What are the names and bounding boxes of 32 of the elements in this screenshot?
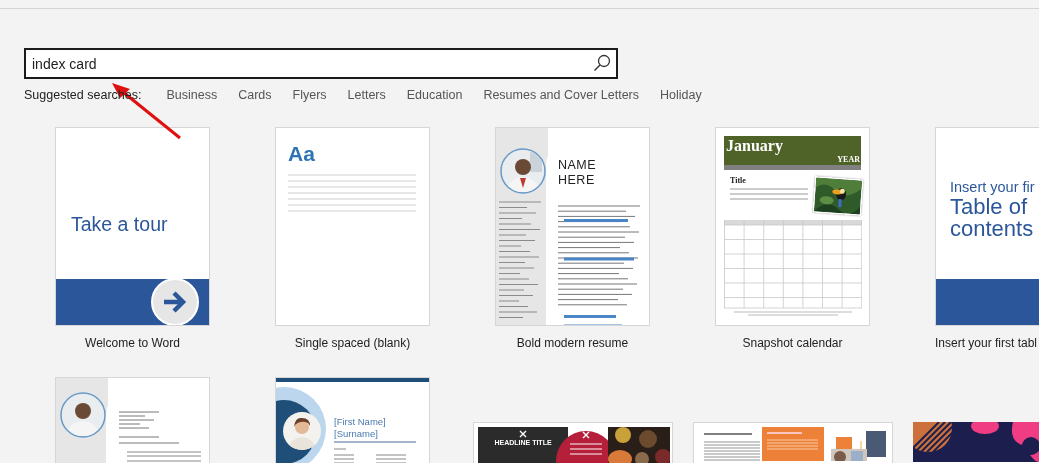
suggestion-link[interactable]: Resumes and Cover Letters <box>483 88 640 102</box>
template-thumbnail[interactable]: NAME HERE <box>495 127 650 326</box>
template-thumbnail[interactable]: Aa <box>275 127 430 326</box>
suggestion-link[interactable]: Holiday <box>660 88 702 102</box>
arrow-icon <box>151 278 199 325</box>
search-field[interactable]: index card <box>24 48 618 79</box>
name-placeholder-text: [Surname] <box>334 428 378 439</box>
template-name[interactable]: Single spaced (blank) <box>275 336 430 350</box>
thumbnail-text: Aa <box>288 142 315 166</box>
search-icon[interactable] <box>593 54 611 72</box>
thumbnail-text: NAME HERE <box>558 158 598 188</box>
template-thumbnail[interactable]: [First Name] [Surname] <box>275 377 430 463</box>
template-thumbnail[interactable]: January YEAR Title <box>715 127 870 326</box>
template-name[interactable]: Insert your first tabl <box>935 336 1039 350</box>
thumbnail-heading: Table of contents <box>950 196 1035 240</box>
suggestion-link[interactable]: Letters <box>347 88 386 102</box>
template-name[interactable]: Bold modern resume <box>495 336 650 350</box>
suggestion-link[interactable]: Cards <box>238 88 272 102</box>
suggestion-link[interactable]: Flyers <box>292 88 327 102</box>
template-thumbnail[interactable]: Take a tour <box>55 127 210 326</box>
thumbnail-text: Take a tour <box>71 213 168 236</box>
suggestion-link[interactable]: Education <box>406 88 463 102</box>
name-placeholder-text: [First Name] <box>334 416 386 427</box>
template-name[interactable]: Welcome to Word <box>55 336 210 350</box>
month-title: January <box>726 137 783 155</box>
template-thumbnail[interactable]: Insert your fir Table of contents <box>935 127 1039 326</box>
template-name[interactable]: Snapshot calendar <box>715 336 870 350</box>
sidebar-block-drawing <box>762 427 824 461</box>
year-label: YEAR <box>837 155 860 164</box>
thumbnail-text: Title <box>730 176 746 185</box>
thumbnail-text: Insert your fir <box>950 179 1035 195</box>
suggestion-link[interactable]: Business <box>166 88 218 102</box>
